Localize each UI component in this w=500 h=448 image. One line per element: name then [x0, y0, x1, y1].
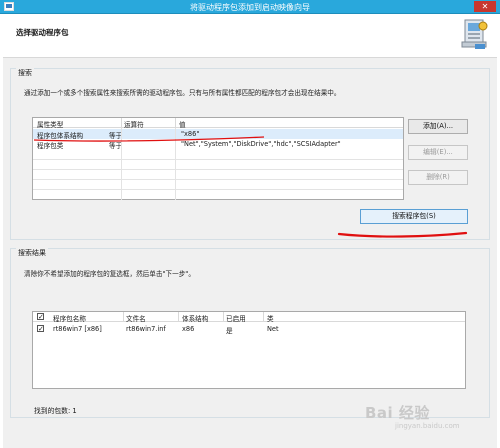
watermark-url: jingyan.baidu.com — [395, 422, 460, 430]
annotation-underline-search — [337, 231, 468, 238]
column-header-package-name[interactable]: 程序包名称 — [53, 313, 86, 323]
window-titlebar: 将驱动程序包添加到启动映像向导 ✕ — [0, 0, 500, 14]
window-title: 将驱动程序包添加到启动映像向导 — [190, 3, 310, 12]
baidu-watermark: Bai 经验 — [365, 404, 430, 422]
search-group-title: 搜索 — [16, 68, 34, 78]
search-criteria-table[interactable]: 属性类型 运算符 值 程序包体系结构 等于 "x86" 程序包类 等于 "Net… — [32, 117, 404, 200]
annotation-underline — [33, 136, 265, 142]
page-title: 选择驱动程序包 — [16, 28, 69, 37]
results-description: 清除你不希望添加的程序包的复选框，然后单击"下一步"。 — [24, 270, 195, 278]
result-package-name: rt86win7 [x86] — [53, 325, 102, 333]
result-row-checkbox[interactable]: ✓ — [37, 325, 44, 333]
results-table-header: ✓ 程序包名称 文件名 体系结构 已启用 类 — [33, 312, 465, 323]
close-icon: ✕ — [481, 2, 489, 11]
column-header-property-type[interactable]: 属性类型 — [37, 119, 63, 129]
criteria-table-header: 属性类型 运算符 值 — [33, 118, 403, 129]
column-header-operator[interactable]: 运算符 — [124, 119, 144, 129]
wizard-header: 选择驱动程序包 — [3, 14, 497, 58]
found-count-label: 找到的包数: 1 — [34, 407, 77, 415]
search-packages-button[interactable]: 搜索程序包(S) — [360, 209, 468, 224]
column-header-architecture[interactable]: 体系结构 — [182, 313, 208, 323]
results-group-title: 搜索结果 — [16, 248, 48, 258]
column-header-file-name[interactable]: 文件名 — [126, 313, 146, 323]
column-header-enabled[interactable]: 已启用 — [226, 313, 246, 323]
computer-driver-icon — [461, 19, 488, 49]
column-header-value[interactable]: 值 — [179, 119, 186, 129]
result-file-name: rt86win7.inf — [126, 325, 166, 333]
result-class: Net — [267, 325, 279, 333]
result-row[interactable]: ✓ rt86win7 [x86] rt86win7.inf x86 是 Net — [33, 324, 465, 335]
edit-criteria-button[interactable]: 编辑(E)... — [408, 145, 468, 160]
results-table[interactable]: ✓ 程序包名称 文件名 体系结构 已启用 类 ✓ rt86win7 [x86] … — [32, 311, 466, 389]
result-enabled: 是 — [226, 327, 233, 335]
column-header-class[interactable]: 类 — [267, 313, 274, 323]
add-criteria-button[interactable]: 添加(A)... — [408, 119, 468, 134]
close-button[interactable]: ✕ — [474, 1, 496, 12]
search-description: 通过添加一个或多个搜索属性来搜索所需的驱动程序包。只有与所有属性都匹配的程序包才… — [24, 89, 341, 97]
delete-criteria-button[interactable]: 删除(R) — [408, 170, 468, 185]
result-architecture: x86 — [182, 325, 195, 333]
select-all-checkbox[interactable]: ✓ — [37, 313, 44, 321]
